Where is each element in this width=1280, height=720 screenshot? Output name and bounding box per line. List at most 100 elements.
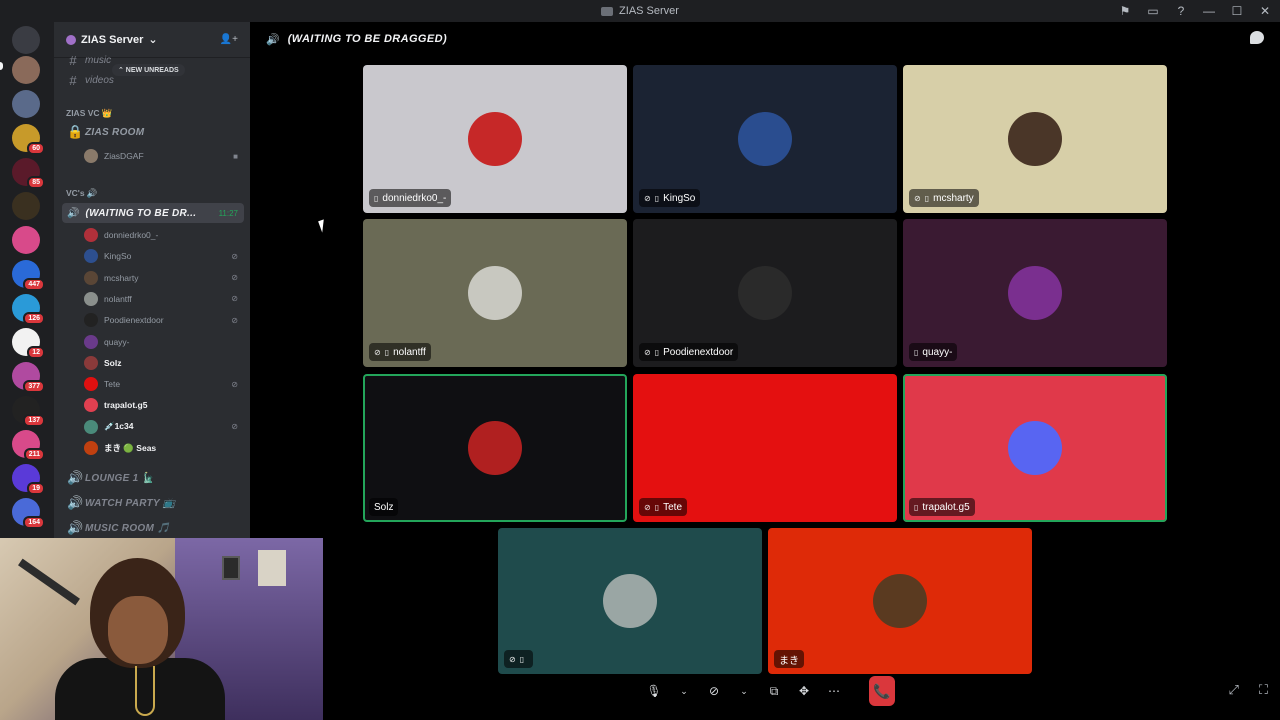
category-vcs[interactable]: VC's 🔊 (66, 188, 98, 199)
mic-options-chevron-icon[interactable]: ⌄ (671, 676, 697, 706)
activity-button[interactable]: ✥ (791, 676, 817, 706)
member-ziasdgaf[interactable]: ZiasDGAF ■ (84, 146, 244, 166)
member-name: Tete (104, 379, 121, 390)
member-name: donniedrko0_- (104, 230, 159, 240)
inbox-icon[interactable]: ▭ (1146, 4, 1160, 18)
participant-tile[interactable]: ⊘ ▯ mcsharty (903, 65, 1167, 213)
category-zias-vc[interactable]: ZIAS VC 👑 (66, 108, 112, 119)
server-icon[interactable] (12, 90, 40, 118)
fullscreen-icon[interactable]: ⛶ (1259, 682, 1268, 698)
chat-icon[interactable] (1250, 31, 1264, 44)
voice-member[interactable]: KingSo ⊘ (84, 246, 244, 266)
microphone-button[interactable]: 🎙 (641, 676, 667, 706)
channel-watch-party[interactable]: 🔊 WATCH PARTY 📺 (62, 493, 244, 513)
active-voice-channel[interactable]: 🔊 (WAITING TO BE DR... 11:27 (62, 203, 244, 223)
close-button[interactable]: ✕ (1258, 4, 1272, 18)
server-icon[interactable]: 19 (12, 464, 45, 495)
voice-member[interactable]: mcsharty ⊘ (84, 268, 244, 288)
voice-channel-title: (WAITING TO BE DRAGGED) (287, 33, 448, 45)
server-icon[interactable] (12, 226, 40, 254)
screen-share-button[interactable]: ⧉ (761, 676, 787, 706)
popout-icon[interactable]: ⤢ (1228, 682, 1238, 698)
title-bar-actions: ⚑ ▭ ? — ☐ ✕ (1118, 0, 1272, 22)
muted-mic-icon: ⊘ (231, 422, 238, 432)
member-name: Poodienextdoor (104, 315, 164, 326)
server-icon[interactable] (12, 192, 40, 220)
server-icon[interactable]: 164 (12, 498, 45, 529)
avatar (84, 228, 98, 242)
participant-name: trapalot.g5 (922, 501, 970, 513)
member-name: quayy- (104, 336, 130, 347)
voice-member[interactable]: trapalot.g5 (84, 395, 244, 415)
participant-name-tag: まき (774, 650, 804, 668)
participant-name: donniedrko0_- (382, 192, 447, 204)
camera-button[interactable]: ⊘ (701, 676, 727, 706)
voice-member[interactable]: Solz (84, 353, 244, 373)
server-icon[interactable]: 137 (12, 396, 45, 427)
voice-member[interactable]: nolantff ⊘ (84, 289, 244, 309)
server-icon[interactable] (12, 26, 40, 54)
channel-lounge-1[interactable]: 🔊 LOUNGE 1 🗽 (62, 468, 244, 488)
participant-tile[interactable]: ⊘ ▯ KingSo (633, 65, 897, 213)
server-icon[interactable]: 447 (12, 260, 45, 291)
wall-frame (222, 556, 240, 580)
participant-avatar (468, 112, 522, 166)
voice-member[interactable]: 💉1c34 ⊘ (84, 417, 244, 437)
server-icon[interactable] (12, 56, 40, 84)
server-icon[interactable]: 377 (12, 362, 45, 393)
participant-tile[interactable]: ⊘ ▯ Poodienextdoor (633, 219, 897, 367)
minimize-button[interactable]: — (1202, 4, 1216, 18)
channel-videos[interactable]: # videos (62, 70, 244, 90)
participant-tile[interactable]: ▯ quayy- (903, 219, 1167, 367)
server-icon[interactable]: 12 (12, 328, 45, 359)
microphone-arm (18, 558, 80, 606)
call-controls: 🎙 ⌄ ⊘ ⌄ ⧉ ✥ ⋯ 📞 (641, 674, 895, 708)
participant-name-tag: ⊘ ▯ Poodienextdoor (639, 343, 739, 361)
participant-tile[interactable]: ⊘ ▯ nolantff (363, 219, 627, 367)
participant-tile[interactable]: ▯ trapalot.g5 (903, 374, 1167, 522)
server-icon[interactable]: 126 (12, 294, 45, 325)
voice-member[interactable]: まき 🟢 Seas (84, 438, 244, 458)
participant-tile[interactable]: ▯ donniedrko0_- (363, 65, 627, 213)
channel-zias-room[interactable]: 🔒 ZIAS ROOM (62, 122, 244, 142)
server-name-group: ZIAS Server ⌄ (66, 33, 158, 46)
window-title: ZIAS Server (619, 5, 679, 17)
server-pill (0, 62, 3, 70)
participant-tile[interactable]: Solz (363, 374, 627, 522)
invite-icon[interactable]: 👤+ (220, 34, 238, 45)
channel-music[interactable]: # music (62, 50, 244, 70)
speaker-icon: 🔊 (67, 495, 84, 510)
muted-mic-icon: ⊘ (231, 379, 238, 389)
participant-avatar (1008, 112, 1062, 166)
mobile-icon: ▯ (519, 654, 525, 664)
voice-member[interactable]: quayy- (84, 332, 244, 352)
channel-music-room[interactable]: 🔊 MUSIC ROOM 🎵 (62, 518, 244, 538)
voice-member[interactable]: donniedrko0_- (84, 225, 244, 245)
muted-mic-icon: ⊘ (231, 294, 238, 304)
server-icon[interactable]: 85 (12, 158, 45, 189)
mouse-cursor (318, 219, 328, 233)
camera-options-chevron-icon[interactable]: ⌄ (731, 676, 757, 706)
participant-name: mcsharty (933, 192, 974, 204)
member-name: mcsharty (104, 272, 139, 283)
mobile-icon: ▯ (654, 502, 660, 512)
flag-icon[interactable]: ⚑ (1118, 4, 1132, 18)
help-icon[interactable]: ? (1174, 4, 1188, 18)
voice-member[interactable]: Tete ⊘ (84, 374, 244, 394)
participant-name-tag: ⊘ ▯ (504, 650, 534, 668)
participant-tile[interactable]: ⊘ ▯ (498, 528, 762, 674)
server-icon[interactable]: 211 (12, 430, 45, 461)
muted-mic-icon: ⊘ (914, 193, 921, 203)
participant-tile[interactable]: まき (768, 528, 1032, 674)
server-icon[interactable]: 60 (12, 124, 45, 155)
title-bar: ZIAS Server ⚑ ▭ ? — ☐ ✕ (0, 0, 1280, 22)
participant-name-tag: ⊘ ▯ mcsharty (909, 189, 979, 207)
stage-corner-actions: ⤢ ⛶ (1228, 682, 1268, 698)
end-call-button[interactable]: 📞 (869, 676, 895, 706)
chain-necklace (135, 666, 155, 716)
participant-tile[interactable]: ⊘ ▯ Tete (633, 374, 897, 522)
muted-mic-icon: ⊘ (644, 193, 651, 203)
more-options-button[interactable]: ⋯ (821, 676, 847, 706)
maximize-button[interactable]: ☐ (1230, 4, 1244, 18)
voice-member[interactable]: Poodienextdoor ⊘ (84, 310, 244, 330)
